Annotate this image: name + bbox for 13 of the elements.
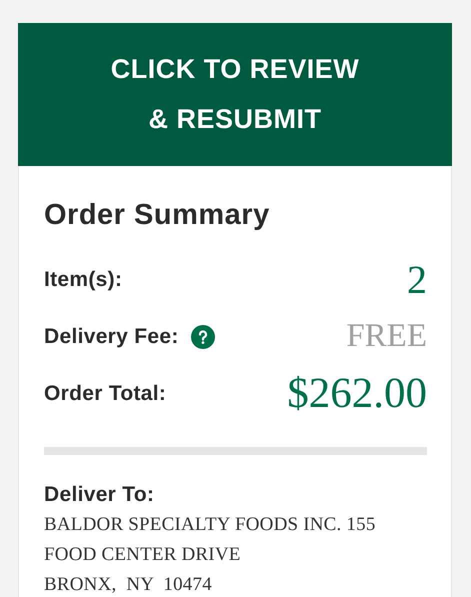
- address-line: FOOD CENTER DRIVE: [44, 543, 242, 567]
- summary-title: Order Summary: [44, 198, 271, 233]
- item-count: 2: [407, 256, 427, 304]
- row-label: Item(s):: [44, 267, 122, 294]
- review-resubmit-button[interactable]: CLICK TO REVIEW & RESUBMIT: [18, 23, 452, 166]
- help-icon[interactable]: [190, 325, 215, 349]
- address-line: BALDOR SPECIALTY FOODS INC. 155: [44, 513, 377, 537]
- row-label: Order Total:: [44, 381, 166, 408]
- deliver-to-label: Deliver To:: [44, 482, 156, 508]
- order-total-value: $262.00: [287, 368, 427, 419]
- address-line: BRONX, NY 10474: [44, 573, 213, 597]
- delivery-fee-value: FREE: [346, 317, 427, 356]
- row-label: Delivery Fee:: [44, 324, 179, 350]
